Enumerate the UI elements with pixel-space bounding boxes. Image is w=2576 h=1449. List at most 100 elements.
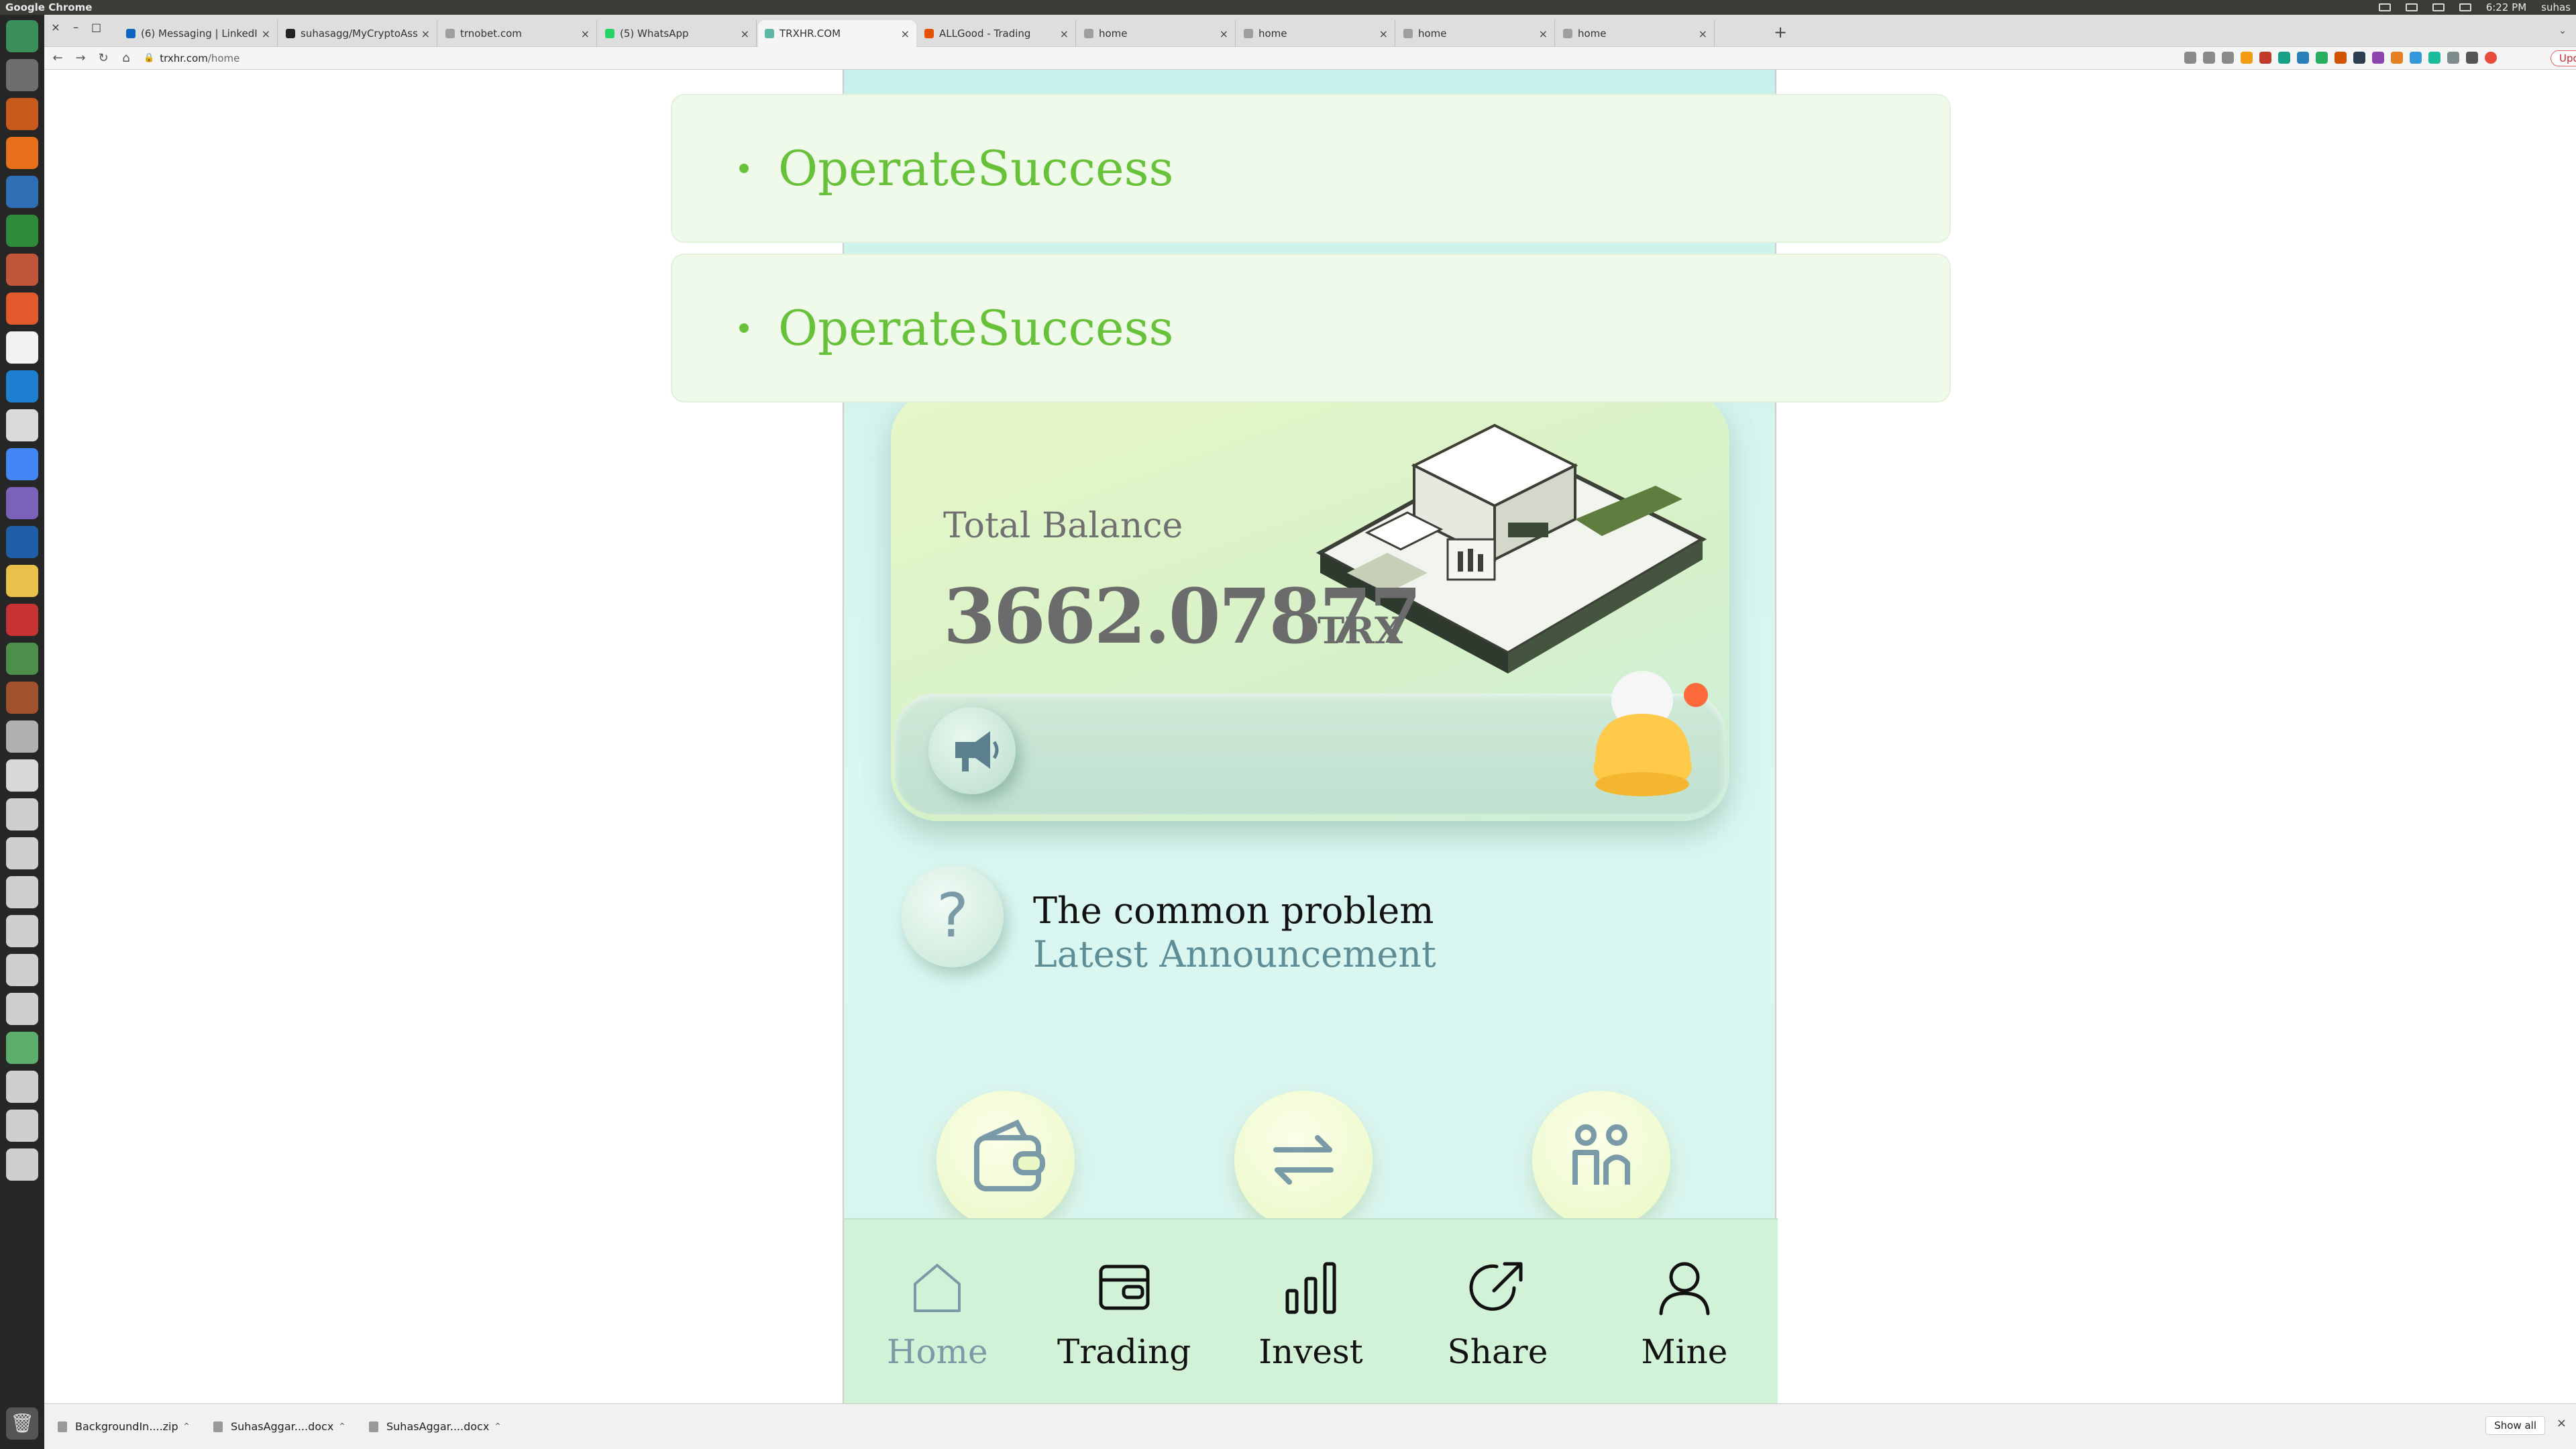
tab-close-icon[interactable]: × (901, 28, 910, 40)
chevron-up-icon[interactable]: ⌃ (182, 1421, 191, 1432)
drive-icon[interactable] (6, 1148, 38, 1181)
update-button[interactable]: Update (2551, 50, 2576, 66)
firefox-icon[interactable] (6, 137, 38, 169)
chrome-icon[interactable] (6, 448, 38, 480)
wifi-icon[interactable] (2378, 3, 2391, 11)
trash-icon[interactable]: 🗑 (6, 1407, 38, 1440)
tab-close-icon[interactable]: × (1220, 28, 1228, 40)
extension-icon[interactable] (2241, 52, 2253, 64)
vscode-icon[interactable] (6, 370, 38, 402)
drive-icon[interactable] (6, 1071, 38, 1103)
tab-allgood-trading[interactable]: ALLGood - Trading × (918, 20, 1076, 47)
extension-icon[interactable] (2334, 52, 2347, 64)
extension-icon[interactable] (2297, 52, 2309, 64)
drive-icon[interactable] (6, 1032, 38, 1064)
launcher-app-icon[interactable] (6, 682, 38, 714)
bell-icon[interactable] (1568, 660, 1723, 814)
launcher-app-icon[interactable] (6, 565, 38, 597)
tab-whatsapp[interactable]: (5) WhatsApp × (598, 20, 757, 47)
lock-icon[interactable]: 🔒 (144, 53, 154, 63)
nav-home[interactable]: Home (844, 1220, 1030, 1403)
tab-home[interactable]: home × (1237, 20, 1395, 47)
nav-invest[interactable]: Invest (1218, 1220, 1404, 1403)
tab-close-icon[interactable]: × (1379, 28, 1388, 40)
drive-icon[interactable] (6, 876, 38, 908)
back-icon[interactable]: ← (48, 51, 67, 65)
forward-icon[interactable]: → (71, 51, 90, 65)
launcher-app-icon[interactable] (6, 526, 38, 558)
amazon-icon[interactable] (6, 331, 38, 364)
tab-linkedin[interactable]: (6) Messaging | LinkedIn × (119, 20, 278, 47)
extension-icon[interactable] (2372, 52, 2384, 64)
drive-icon[interactable] (6, 954, 38, 986)
quick-action-team[interactable] (1532, 1091, 1670, 1229)
share-page-icon[interactable] (2184, 52, 2196, 64)
tab-home[interactable]: home × (1077, 20, 1236, 47)
launcher-app-icon[interactable] (6, 20, 38, 52)
software-center-icon[interactable] (6, 292, 38, 325)
nav-mine[interactable]: Mine (1591, 1220, 1778, 1403)
tab-close-icon[interactable]: × (1699, 28, 1707, 40)
tab-close-icon[interactable]: × (741, 28, 749, 40)
avatar[interactable] (2485, 52, 2497, 64)
tab-trxhr[interactable]: TRXHR.COM × (758, 20, 916, 47)
download-item[interactable]: SuhasAggar....docx ⌃ (200, 1420, 356, 1433)
launcher-app-icon[interactable] (6, 98, 38, 130)
battery-icon[interactable] (2432, 3, 2445, 11)
tab-close-icon[interactable]: × (262, 28, 270, 40)
extension-icon[interactable] (2391, 52, 2403, 64)
extension-icon[interactable] (2410, 52, 2422, 64)
bookmark-star-icon[interactable] (2222, 52, 2234, 64)
nav-share[interactable]: Share (1404, 1220, 1591, 1403)
chevron-up-icon[interactable]: ⌃ (494, 1421, 502, 1432)
tab-close-icon[interactable]: × (1060, 28, 1069, 40)
impress-icon[interactable] (6, 254, 38, 286)
nav-trading[interactable]: Trading (1030, 1220, 1217, 1403)
sidebar-icon[interactable] (2466, 52, 2478, 64)
drive-icon[interactable] (6, 993, 38, 1025)
tab-close-icon[interactable]: × (1539, 28, 1548, 40)
launcher-app-icon[interactable] (6, 487, 38, 519)
drive-icon[interactable] (6, 798, 38, 830)
calc-icon[interactable] (6, 215, 38, 247)
tab-github[interactable]: suhasagg/MyCryptoAsset × (279, 20, 437, 47)
show-all-downloads-button[interactable]: Show all (2485, 1416, 2545, 1435)
user-name[interactable]: suhas (2541, 1, 2571, 13)
extension-icon[interactable] (2353, 52, 2365, 64)
tab-home[interactable]: home × (1397, 20, 1555, 47)
extension-icon[interactable] (2278, 52, 2290, 64)
extension-icon[interactable] (2259, 52, 2271, 64)
tab-home[interactable]: home × (1556, 20, 1715, 47)
announcement-link[interactable]: Latest Announcement (1033, 933, 1436, 975)
address-bar[interactable]: 🔒 trxhr.com/home (144, 50, 2156, 67)
clock[interactable]: 6:22 PM (2486, 1, 2526, 13)
download-item[interactable]: SuhasAggar....docx ⌃ (356, 1420, 511, 1433)
tab-search-chevron-icon[interactable]: ⌄ (2559, 25, 2567, 36)
quick-action-exchange[interactable] (1234, 1091, 1373, 1229)
drive-icon[interactable] (6, 915, 38, 947)
puzzle-icon[interactable] (2447, 52, 2459, 64)
reload-icon[interactable]: ↻ (94, 51, 113, 65)
writer-icon[interactable] (6, 176, 38, 208)
launcher-app-icon[interactable] (6, 643, 38, 675)
close-icon[interactable]: × (2557, 1416, 2567, 1430)
mail-icon[interactable] (2405, 3, 2418, 11)
send-icon[interactable] (2203, 52, 2215, 64)
close-window-icon[interactable]: × (51, 22, 60, 33)
megaphone-button[interactable] (928, 707, 1016, 794)
extension-icon[interactable] (2428, 52, 2440, 64)
launcher-app-icon[interactable] (6, 604, 38, 636)
extension-icon[interactable] (2316, 52, 2328, 64)
new-tab-button[interactable]: + (1774, 24, 1787, 40)
maximize-window-icon[interactable]: □ (91, 22, 101, 33)
text-editor-icon[interactable] (6, 759, 38, 792)
home-button-icon[interactable]: ⌂ (117, 51, 136, 65)
settings-icon[interactable] (6, 409, 38, 441)
tab-trnobet[interactable]: trnobet.com × (439, 20, 597, 47)
drive-icon[interactable] (6, 837, 38, 869)
chevron-up-icon[interactable]: ⌃ (338, 1421, 346, 1432)
quick-action-wallet[interactable] (936, 1091, 1075, 1229)
launcher-app-icon[interactable] (6, 720, 38, 753)
tab-close-icon[interactable]: × (581, 28, 590, 40)
faq-title[interactable]: The common problem (1033, 890, 1434, 932)
